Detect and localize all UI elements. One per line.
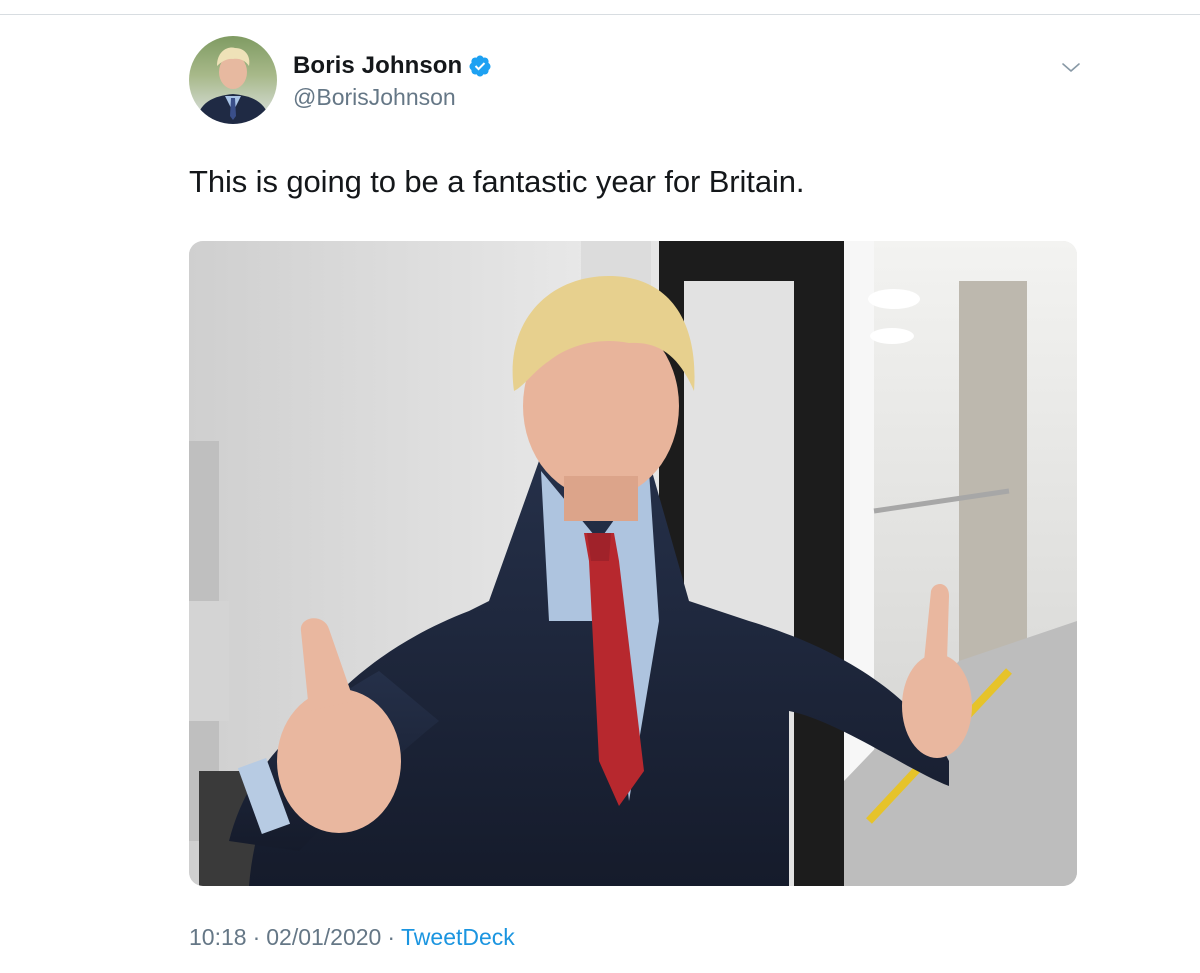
tweet-time[interactable]: 10:18: [189, 924, 247, 950]
top-divider: [0, 14, 1200, 15]
photo-illustration: [189, 241, 1077, 886]
chevron-down-icon[interactable]: [1059, 56, 1083, 80]
display-name[interactable]: Boris Johnson: [293, 52, 462, 80]
avatar[interactable]: [189, 36, 277, 124]
handle[interactable]: @BorisJohnson: [293, 84, 492, 111]
verified-badge-icon: [469, 55, 491, 77]
tweet-card: Boris Johnson @BorisJohnson This is goin…: [189, 36, 1089, 950]
meta-separator: ·: [252, 924, 261, 950]
tweet-date[interactable]: 02/01/2020: [266, 924, 381, 950]
tweet-header: Boris Johnson @BorisJohnson: [189, 36, 1089, 126]
meta-separator-2: ·: [387, 924, 396, 950]
tweet-meta: 10:18 · 02/01/2020 · TweetDeck: [189, 924, 515, 951]
tweet-source-link[interactable]: TweetDeck: [401, 924, 515, 950]
avatar-photo: [195, 47, 271, 124]
tweet-text: This is going to be a fantastic year for…: [189, 164, 805, 199]
tweet-photo[interactable]: [189, 241, 1077, 886]
author-names: Boris Johnson @BorisJohnson: [293, 50, 492, 111]
name-row: Boris Johnson: [293, 50, 492, 82]
